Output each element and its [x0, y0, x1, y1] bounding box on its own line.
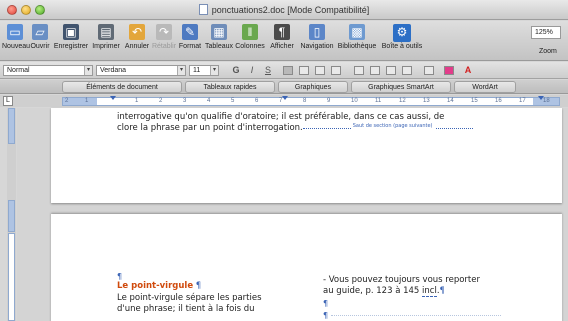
bold-button[interactable]: G [230, 65, 242, 76]
zoom-label: Zoom [539, 48, 557, 55]
highlight-color-button[interactable] [444, 66, 454, 75]
print-button[interactable]: ▤ Imprimer [90, 24, 122, 59]
undo-icon: ↶ [129, 24, 145, 40]
font-size-select[interactable]: 11 ▾ [189, 65, 219, 76]
paragraph-line[interactable]: - Vous pouvez toujours vous reporter [323, 275, 480, 286]
decrease-indent-button[interactable] [386, 66, 396, 75]
bulleted-list-button[interactable] [354, 66, 364, 75]
toolbox-button[interactable]: ⚙ Boîte à outils [377, 24, 427, 59]
underline-button[interactable]: S [262, 65, 274, 76]
format-brush-icon: ✎ [182, 24, 198, 40]
increase-indent-button[interactable] [402, 66, 412, 75]
toolbox-icon: ⚙ [393, 24, 411, 42]
italic-button[interactable]: I [246, 65, 258, 76]
font-color-icon[interactable]: A [462, 65, 474, 76]
style-select[interactable]: Normal ▾ [3, 65, 93, 76]
paragraph-line[interactable]: Le point-virgule sépare les parties [117, 293, 262, 304]
open-button[interactable]: ▱ Ouvrir [29, 24, 51, 59]
format-button[interactable]: ✎ Format [177, 24, 203, 59]
navigation-button[interactable]: ▯ Navigation [298, 24, 336, 59]
first-line-indent-marker[interactable] [110, 96, 116, 100]
chevron-down-icon: ▾ [210, 66, 218, 75]
table-grid-icon: ▦ [211, 24, 227, 40]
window-title-text: ponctuations2.doc [Mode Compatibilité] [211, 5, 370, 15]
tab-charts[interactable]: Graphiques [278, 81, 348, 93]
standard-toolbar: ▭ Nouveau ▱ Ouvrir ▣ Enregistrer ▤ Impri… [0, 21, 568, 61]
columns-icon: ‖ [242, 24, 258, 40]
numbered-list-button[interactable] [370, 66, 380, 75]
printer-icon: ▤ [98, 24, 114, 40]
align-right-button[interactable] [315, 66, 325, 75]
section-break-marker: Saut de section (page suivante) [302, 123, 473, 129]
justify-button[interactable] [331, 66, 341, 75]
library-button[interactable]: ▩ Bibliothèque [337, 24, 377, 59]
redo-button[interactable]: ↷ Rétablir [151, 24, 177, 59]
paragraph-mark: ¶ [323, 299, 329, 308]
new-button[interactable]: ▭ Nouveau [2, 24, 30, 59]
tab-document-elements[interactable]: Éléments de document [62, 81, 182, 93]
ruler-bar: L 2 1 1 2 3 4 5 6 7 8 9 10 11 12 13 14 1… [0, 95, 568, 107]
tab-quick-tables[interactable]: Tableaux rapides [185, 81, 275, 93]
align-left-button[interactable] [283, 66, 293, 75]
chevron-down-icon: ▾ [84, 66, 92, 75]
formatting-toolbar: Normal ▾ Verdana ▾ 11 ▾ G I S A [0, 62, 568, 79]
page-1[interactable]: interrogative qu'on qualifie d'oratoire;… [51, 108, 562, 203]
undo-button[interactable]: ↶ Annuler [123, 24, 151, 59]
font-select[interactable]: Verdana ▾ [96, 65, 186, 76]
ribbon-tabs: Éléments de document Tableaux rapides Gr… [0, 80, 568, 94]
paragraph-line[interactable]: ¶ [323, 310, 501, 321]
page-margin-shade [8, 200, 15, 232]
columns-button[interactable]: ‖ Colonnes [234, 24, 266, 59]
tab-wordart[interactable]: WordArt [454, 81, 516, 93]
borders-button[interactable] [424, 66, 434, 75]
open-folder-icon: ▱ [32, 24, 48, 40]
media-library-icon: ▩ [349, 24, 365, 40]
tab-stop-marker[interactable] [282, 96, 288, 100]
top-margin-shade [8, 108, 15, 144]
paragraph-line[interactable]: interrogative qu'on qualifie d'oratoire;… [117, 112, 444, 123]
document-area[interactable]: interrogative qu'on qualifie d'oratoire;… [17, 108, 568, 321]
title-bar: ponctuations2.doc [Mode Compatibilité] [0, 0, 568, 20]
tab-smartart[interactable]: Graphiques SmartArt [351, 81, 451, 93]
save-disk-icon: ▣ [63, 24, 79, 40]
redo-icon: ↷ [156, 24, 172, 40]
horizontal-ruler[interactable]: 2 1 1 2 3 4 5 6 7 8 9 10 11 12 13 14 15 … [62, 96, 560, 106]
align-center-button[interactable] [299, 66, 309, 75]
save-button[interactable]: ▣ Enregistrer [52, 24, 90, 59]
paragraph-line[interactable]: clore la phrase par un point d'interroga… [117, 123, 473, 134]
pilcrow-icon: ¶ [274, 24, 290, 40]
word-document-icon [198, 4, 208, 15]
vertical-ruler[interactable] [7, 108, 16, 321]
dotted-leader [330, 315, 501, 316]
page-2[interactable]: ¶ Le point-virgule ¶ Le point-virgule sé… [51, 214, 562, 321]
right-indent-marker[interactable] [538, 96, 544, 100]
navigation-pane-icon: ▯ [309, 24, 325, 40]
window-title: ponctuations2.doc [Mode Compatibilité] [0, 4, 568, 15]
paragraph-line[interactable]: au guide, p. 123 à 145 incl.¶ [323, 286, 445, 297]
show-button[interactable]: ¶ Afficher [267, 24, 297, 59]
page-body-ruler [8, 233, 15, 321]
heading-point-virgule[interactable]: Le point-virgule ¶ [117, 281, 201, 292]
zoom-field[interactable]: 125% [531, 26, 561, 39]
paragraph-line[interactable]: d'une phrase; il tient à la fois du [117, 304, 255, 315]
tab-stop-selector[interactable]: L [3, 96, 13, 106]
new-doc-icon: ▭ [7, 24, 23, 40]
chevron-down-icon: ▾ [177, 66, 185, 75]
tables-button[interactable]: ▦ Tableaux [204, 24, 234, 59]
